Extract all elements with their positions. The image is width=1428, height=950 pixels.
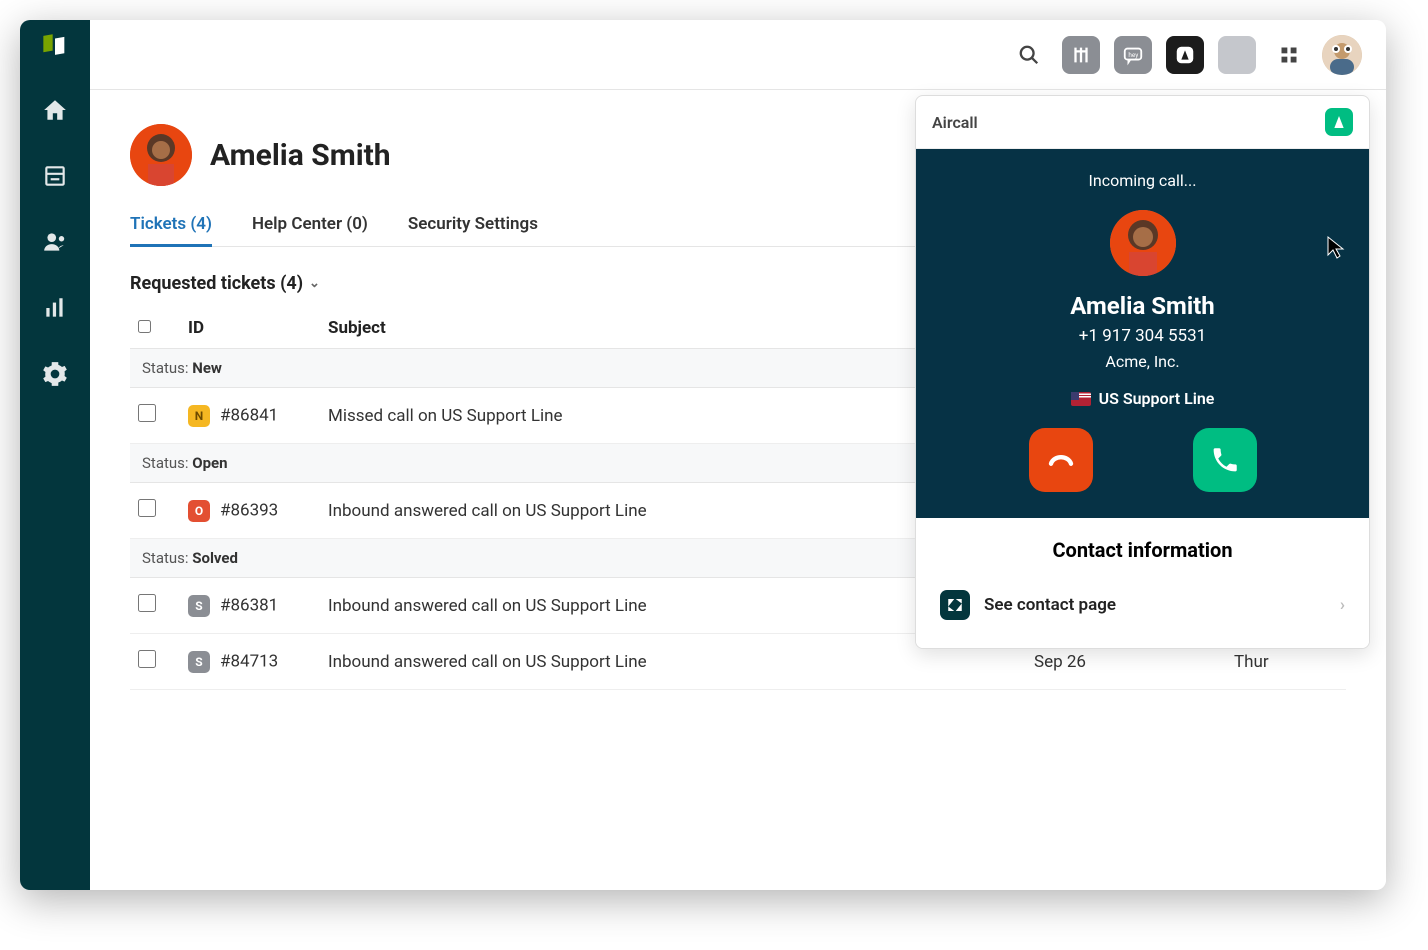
chevron-down-icon: ⌄ [309, 276, 320, 291]
col-header-id[interactable]: ID [180, 308, 320, 349]
search-button[interactable] [1010, 36, 1048, 74]
aircall-logo-icon [1325, 108, 1353, 136]
call-actions [926, 428, 1359, 492]
status-value: Open [192, 454, 227, 472]
call-line: US Support Line [926, 389, 1359, 408]
profile-name: Amelia Smith [210, 138, 391, 173]
caller-avatar [1110, 210, 1176, 276]
app-icon-aircall[interactable] [1166, 36, 1204, 74]
row-checkbox[interactable] [138, 650, 156, 668]
nav-home-button[interactable] [37, 92, 73, 128]
ticket-id: #86393 [220, 500, 278, 520]
status-badge: O [188, 500, 210, 522]
user-avatar[interactable] [1322, 35, 1362, 75]
row-checkbox[interactable] [138, 404, 156, 422]
accept-call-button[interactable] [1193, 428, 1257, 492]
status-label: Status: [142, 359, 192, 377]
app-icon-chat[interactable]: hey [1114, 36, 1152, 74]
status-badge: S [188, 651, 210, 673]
app-root: hey Amelia Smith Tickets (4) [20, 20, 1386, 890]
caller-phone: +1 917 304 5531 [926, 326, 1359, 346]
nav-customers-button[interactable] [37, 224, 73, 260]
app-icon-1[interactable] [1062, 36, 1100, 74]
svg-text:hey: hey [1128, 50, 1138, 58]
row-checkbox[interactable] [138, 594, 156, 612]
call-body: Incoming call... Amelia Smith +1 917 304… [916, 149, 1369, 518]
status-value: New [192, 359, 222, 377]
main-column: hey Amelia Smith Tickets (4) [90, 20, 1386, 890]
status-badge: N [188, 405, 210, 427]
caller-name: Amelia Smith [926, 292, 1359, 320]
aircall-panel: Aircall Incoming call... Amelia Smith +1… [915, 95, 1370, 649]
app-icon-placeholder[interactable] [1218, 36, 1256, 74]
nav-views-button[interactable] [37, 158, 73, 194]
apps-grid-button[interactable] [1270, 36, 1308, 74]
ticket-id: #86381 [220, 595, 278, 615]
nav-reports-button[interactable] [37, 290, 73, 326]
tab-tickets[interactable]: Tickets (4) [130, 214, 212, 246]
status-label: Status: [142, 549, 192, 567]
select-all-checkbox[interactable] [138, 320, 151, 333]
top-bar: hey [90, 20, 1386, 90]
contact-info-heading: Contact information [936, 538, 1349, 562]
ticket-id: #86841 [220, 405, 278, 425]
zendesk-badge-icon [940, 590, 970, 620]
see-contact-page-link[interactable]: See contact page › [936, 582, 1349, 628]
nav-settings-button[interactable] [37, 356, 73, 392]
decline-call-button[interactable] [1029, 428, 1093, 492]
call-line-text: US Support Line [1099, 389, 1215, 408]
status-value: Solved [192, 549, 238, 567]
ticket-id: #84713 [220, 651, 278, 671]
us-flag-icon [1071, 392, 1091, 406]
brand-logo [41, 34, 69, 62]
aircall-title: Aircall [932, 113, 978, 132]
caller-company: Acme, Inc. [926, 352, 1359, 371]
left-nav-rail [20, 20, 90, 890]
row-checkbox[interactable] [138, 499, 156, 517]
status-badge: S [188, 595, 210, 617]
call-status: Incoming call... [926, 171, 1359, 190]
aircall-header: Aircall [916, 96, 1369, 149]
profile-avatar [130, 124, 192, 186]
status-label: Status: [142, 454, 192, 472]
contact-link-text: See contact page [984, 595, 1116, 615]
contact-info-section: Contact information See contact page › [916, 518, 1369, 648]
tab-help-center[interactable]: Help Center (0) [252, 214, 368, 246]
tab-security-settings[interactable]: Security Settings [408, 214, 538, 246]
section-title-text: Requested tickets (4) [130, 273, 303, 294]
chevron-right-icon: › [1340, 595, 1345, 615]
